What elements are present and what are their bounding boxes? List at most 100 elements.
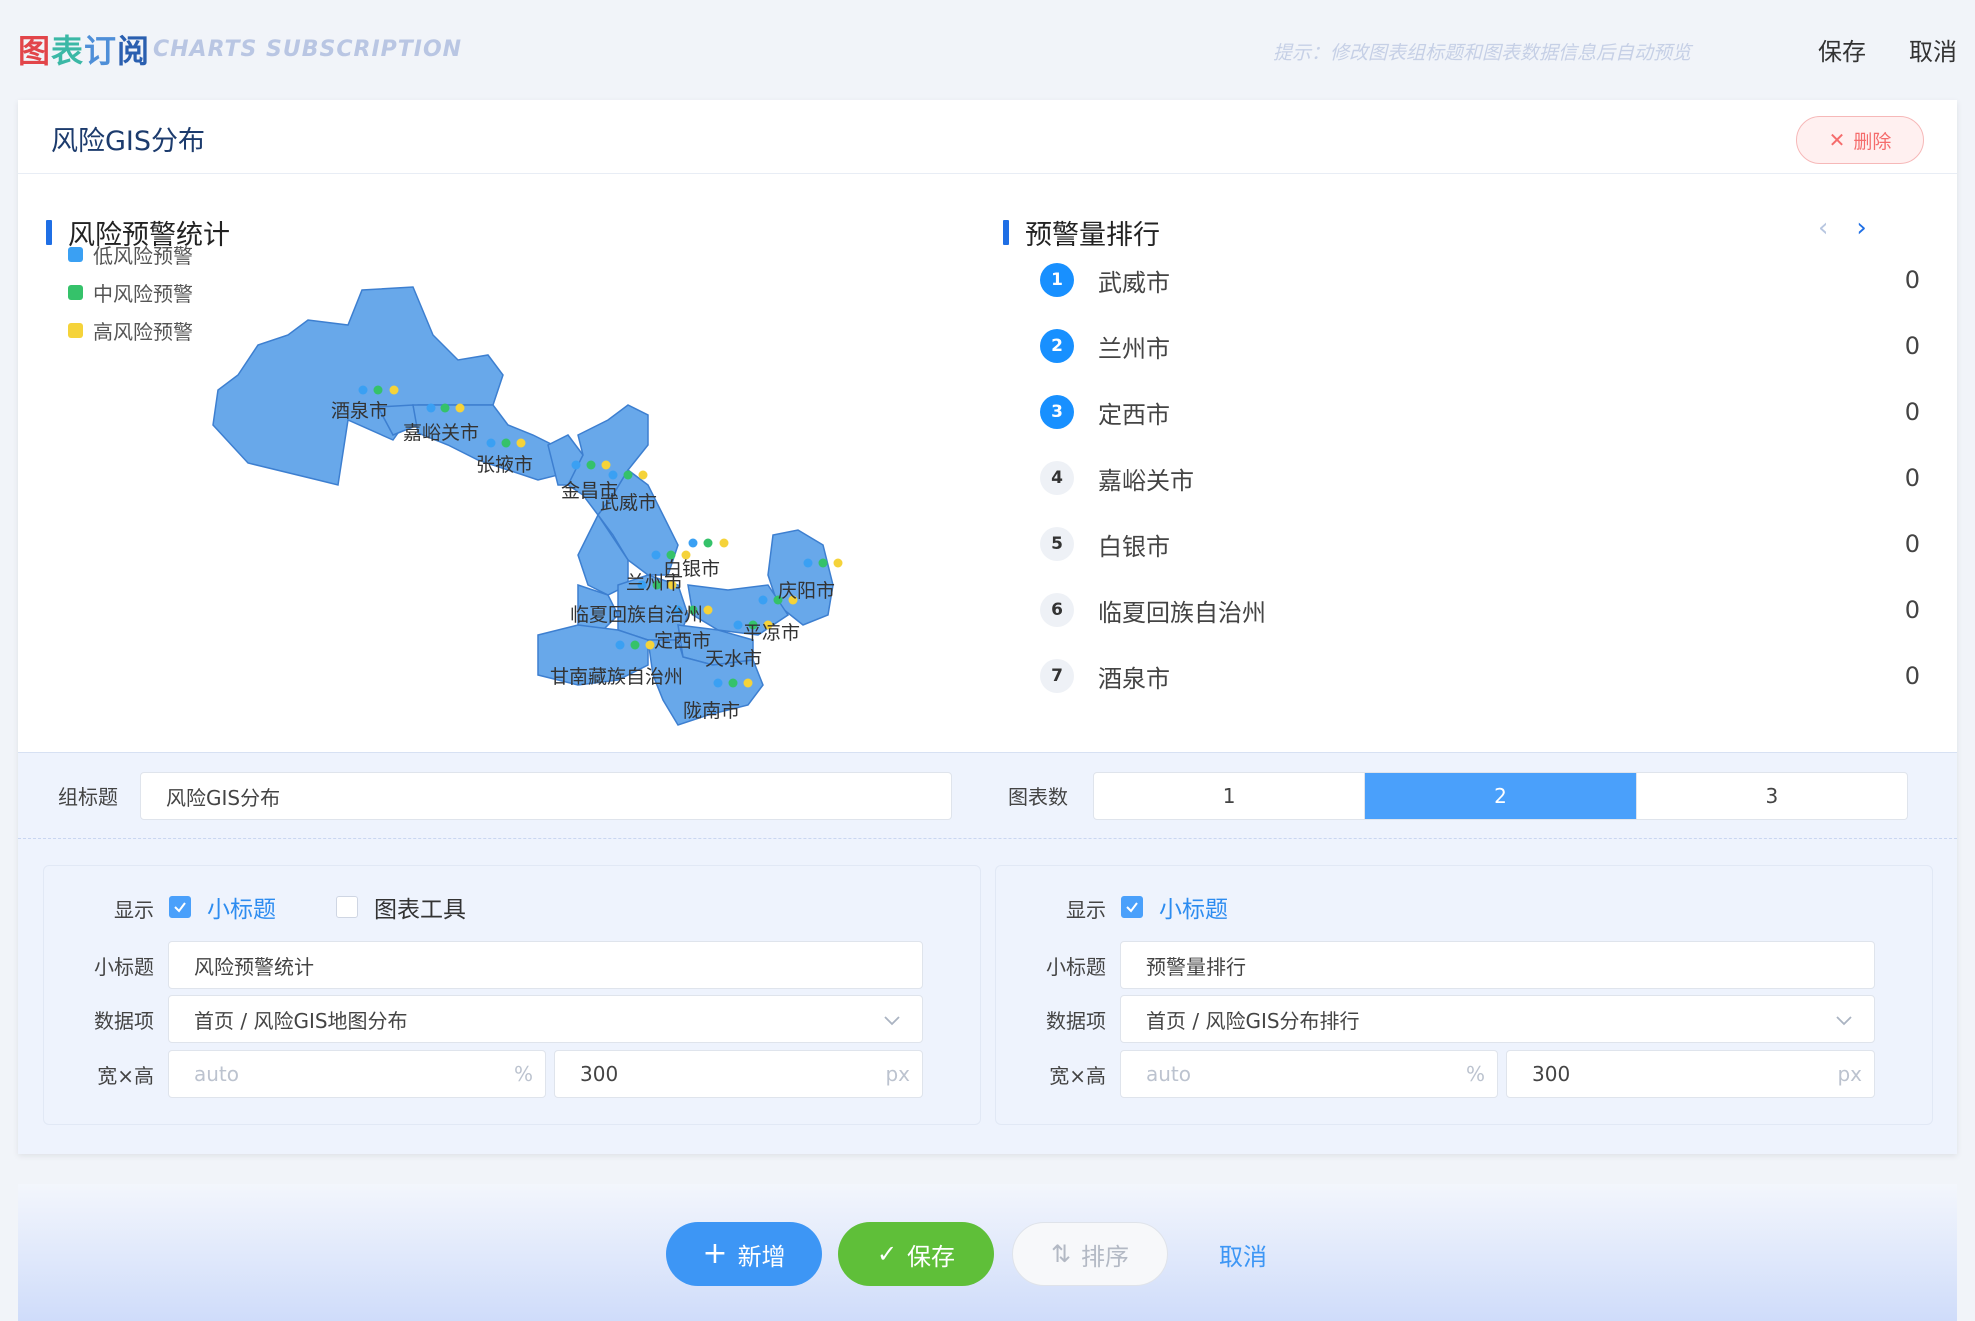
legend-item-mid[interactable]: 中风险预警: [68, 273, 193, 311]
cancel-button[interactable]: 取消: [1188, 1222, 1298, 1286]
delete-button[interactable]: ✕ 删除: [1796, 116, 1924, 164]
height-input[interactable]: 300 px: [1506, 1050, 1875, 1098]
display-label: 显示: [1066, 898, 1106, 922]
data-item-value: 首页 / 风险GIS分布排行: [1146, 1008, 1360, 1033]
save-button[interactable]: ✓ 保存: [838, 1222, 994, 1286]
list-item[interactable]: 3 定西市 0: [1040, 379, 1920, 445]
size-label: 宽×高: [97, 1064, 154, 1088]
chart-count-option-3[interactable]: 3: [1637, 773, 1907, 819]
subtitle-label: 小标题: [1046, 955, 1106, 979]
rank-value: 0: [1904, 662, 1920, 690]
group-title: 风险GIS分布: [51, 126, 206, 157]
list-item[interactable]: 1 武威市 0: [1040, 247, 1920, 313]
plus-icon: +: [702, 1236, 728, 1271]
subtitle-input[interactable]: 预警量排行: [1120, 941, 1875, 989]
rank-badge: 5: [1040, 527, 1074, 561]
region-jiuquan[interactable]: [212, 286, 504, 486]
brand-title: 图表订阅: [18, 26, 150, 72]
subtitle-checkbox[interactable]: 小标题: [169, 890, 276, 924]
height-input[interactable]: 300 px: [554, 1050, 923, 1098]
ranking-list: 1 武威市 0 2 兰州市 0 3 定西市 0 4 嘉峪关市 0 5 白银市 0 6 临夏回族自治州 0…: [1040, 247, 1920, 709]
group-settings-row: 组标题 风险GIS分布 图表数 1 2 3: [18, 753, 1957, 839]
map-label: 定西市: [654, 630, 711, 652]
legend-item-high[interactable]: 高风险预警: [68, 311, 193, 349]
height-unit: px: [885, 1062, 910, 1086]
rank-badge: 6: [1040, 593, 1074, 627]
rank-value: 0: [1904, 332, 1920, 360]
checkbox-label: 小标题: [207, 897, 276, 923]
header-save-button[interactable]: 保存: [1818, 32, 1866, 67]
map-label: 张掖市: [476, 454, 533, 476]
width-unit: %: [1465, 1062, 1485, 1086]
chevron-left-icon[interactable]: ‹: [1818, 213, 1828, 243]
brand-char: 阅: [117, 32, 151, 70]
top-bar: 图表订阅 CHARTS SUBSCRIPTION 提示：修改图表组标题和图表数据…: [0, 0, 1975, 100]
subtitle-input[interactable]: 风险预警统计: [168, 941, 923, 989]
rank-name: 兰州市: [1098, 334, 1170, 363]
data-item-select[interactable]: 首页 / 风险GIS分布排行: [1120, 995, 1875, 1043]
brand-subtitle: CHARTS SUBSCRIPTION: [153, 37, 463, 62]
settings-panel: 组标题 风险GIS分布 图表数 1 2 3 显示 小标题 图表工具 小标题 风险…: [18, 752, 1957, 1154]
map-label: 酒泉市: [331, 400, 388, 422]
height-value: 300: [580, 1062, 619, 1086]
height-unit: px: [1837, 1062, 1862, 1086]
rank-name: 白银市: [1098, 532, 1170, 561]
sort-label: 排序: [1081, 1242, 1130, 1271]
data-item-label: 数据项: [94, 1009, 154, 1033]
map-label: 陇南市: [683, 700, 740, 722]
rank-name: 武威市: [1098, 268, 1170, 297]
legend-swatch: [68, 284, 83, 300]
chart-tools-checkbox[interactable]: 图表工具: [336, 890, 466, 924]
group-title-input[interactable]: 风险GIS分布: [140, 772, 952, 820]
rank-value: 0: [1904, 266, 1920, 294]
rank-pager: ‹ ›: [1818, 213, 1867, 243]
chart-config-panel-2: 显示 小标题 小标题 预警量排行 数据项 首页 / 风险GIS分布排行 宽×高 …: [995, 865, 1933, 1125]
add-button[interactable]: + 新增: [666, 1222, 822, 1286]
checkbox-unchecked-icon: [336, 896, 358, 918]
chevron-down-icon: [1836, 1016, 1852, 1026]
sort-button[interactable]: ⇅ 排序: [1012, 1222, 1168, 1286]
width-input[interactable]: auto %: [1120, 1050, 1498, 1098]
checkbox-label: 图表工具: [374, 897, 466, 923]
list-item[interactable]: 4 嘉峪关市 0: [1040, 445, 1920, 511]
rank-value: 0: [1904, 464, 1920, 492]
chart-count-segmented: 1 2 3: [1093, 772, 1908, 820]
subtitle-checkbox[interactable]: 小标题: [1121, 890, 1228, 924]
rank-badge: 1: [1040, 263, 1074, 297]
sort-icon: ⇅: [1050, 1240, 1072, 1268]
list-item[interactable]: 5 白银市 0: [1040, 511, 1920, 577]
rank-name: 定西市: [1098, 400, 1170, 429]
map-legend: 低风险预警 中风险预警 高风险预警: [68, 235, 193, 349]
brand-char: 表: [51, 32, 85, 70]
data-item-value: 首页 / 风险GIS地图分布: [194, 1008, 408, 1033]
save-label: 保存: [907, 1242, 956, 1271]
footer-bar: + 新增 ✓ 保存 ⇅ 排序 取消: [18, 1184, 1957, 1321]
list-item[interactable]: 6 临夏回族自治州 0: [1040, 577, 1920, 643]
brand-char: 图: [18, 32, 52, 70]
chart-count-option-2[interactable]: 2: [1365, 773, 1637, 819]
height-value: 300: [1532, 1062, 1571, 1086]
chevron-right-icon[interactable]: ›: [1856, 213, 1866, 243]
list-item[interactable]: 2 兰州市 0: [1040, 313, 1920, 379]
rank-badge: 3: [1040, 395, 1074, 429]
rank-value: 0: [1904, 398, 1920, 426]
legend-item-low[interactable]: 低风险预警: [68, 235, 193, 273]
legend-swatch: [68, 246, 83, 262]
group-title-label: 组标题: [58, 785, 118, 809]
chevron-down-icon: [884, 1016, 900, 1026]
rank-value: 0: [1904, 596, 1920, 624]
rank-name: 嘉峪关市: [1098, 466, 1194, 495]
rank-badge: 4: [1040, 461, 1074, 495]
chart-count-label: 图表数: [1008, 785, 1068, 809]
delete-label: 删除: [1853, 130, 1892, 153]
list-item[interactable]: 7 酒泉市 0: [1040, 643, 1920, 709]
close-icon: ✕: [1828, 128, 1846, 152]
rank-value: 0: [1904, 530, 1920, 558]
header-cancel-button[interactable]: 取消: [1909, 32, 1957, 67]
card-header: 风险GIS分布 ✕ 删除: [18, 100, 1957, 174]
data-item-select[interactable]: 首页 / 风险GIS地图分布: [168, 995, 923, 1043]
width-input[interactable]: auto %: [168, 1050, 546, 1098]
checkbox-checked-icon: [1121, 896, 1143, 918]
chart-count-option-1[interactable]: 1: [1094, 773, 1366, 819]
map-label: 武威市: [600, 492, 657, 514]
